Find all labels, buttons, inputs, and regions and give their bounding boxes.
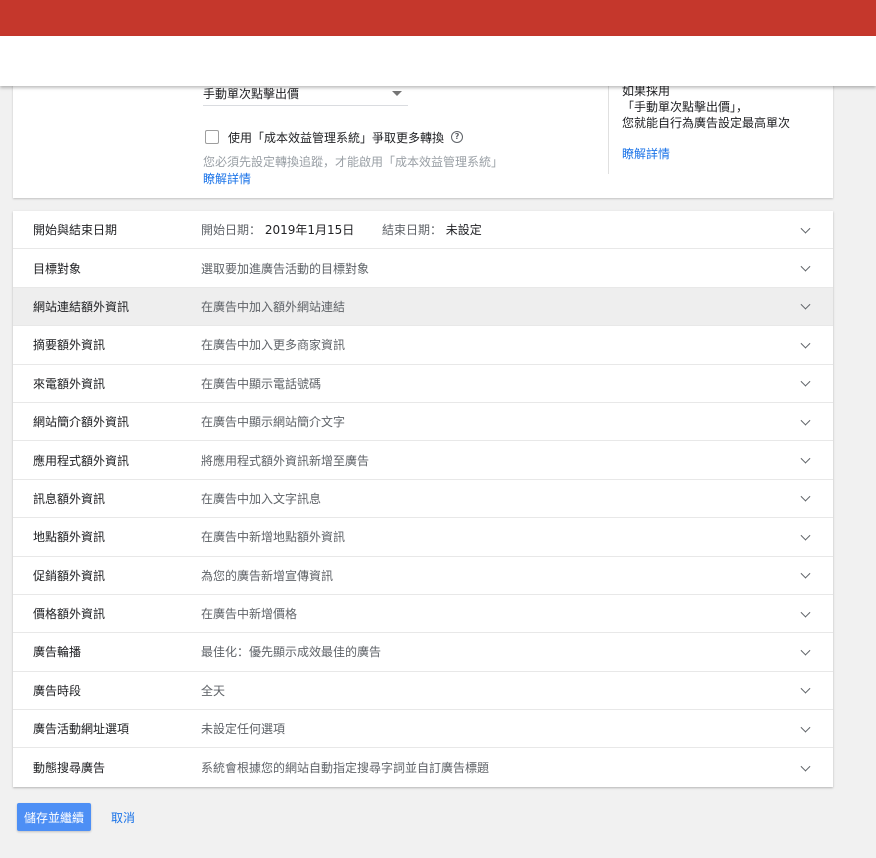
chevron-down-icon[interactable] — [800, 223, 811, 234]
enhanced-cpc-option: 使用「成本效益管理系統」爭取更多轉換 ? — [205, 128, 464, 146]
chevron-down-icon[interactable] — [800, 761, 811, 772]
help-text-line: 「手動單次點擊出價」， — [622, 100, 749, 114]
bidding-card: 手動單次點擊出價 使用「成本效益管理系統」爭取更多轉換 ? 您必須先設定轉換追蹤… — [13, 82, 833, 198]
row-value: 為您的廣告新增宣傳資訊 — [201, 568, 334, 583]
row-value: 在廣告中顯示網站簡介文字 — [201, 415, 346, 430]
settings-row-ad-schedule[interactable]: 廣告時段 全天 — [13, 672, 833, 711]
settings-row-dates[interactable]: 開始與結束日期 開始日期： 2019年1月15日 結束日期： 未設定 — [13, 211, 833, 250]
row-label: 促銷額外資訊 — [33, 568, 106, 583]
bid-strategy-value: 手動單次點擊出價 — [203, 87, 300, 101]
settings-row-messages[interactable]: 訊息額外資訊 在廣告中加入文字訊息 — [13, 480, 833, 519]
help-text-line: 您就能自行為廣告設定最高單次 — [622, 116, 791, 130]
row-value: 在廣告中加入額外網站連結 — [201, 299, 346, 314]
settings-row-callouts[interactable]: 摘要額外資訊 在廣告中加入更多商家資訊 — [13, 326, 833, 365]
row-label: 訊息額外資訊 — [33, 491, 106, 506]
row-value: 在廣告中加入文字訊息 — [201, 491, 322, 506]
row-value: 在廣告中新增價格 — [201, 607, 298, 622]
enhanced-cpc-label: 使用「成本效益管理系統」爭取更多轉換 — [228, 130, 445, 145]
chevron-down-icon[interactable] — [800, 376, 811, 387]
chevron-down-icon[interactable] — [800, 453, 811, 464]
row-label: 網站連結額外資訊 — [33, 299, 130, 314]
settings-row-apps[interactable]: 應用程式額外資訊 將應用程式額外資訊新增至廣告 — [13, 441, 833, 480]
row-value: 在廣告中顯示電話號碼 — [201, 376, 322, 391]
row-value: 系統會根據您的網站自動指定搜尋字詞並自訂廣告標題 — [201, 761, 490, 776]
enhanced-cpc-checkbox[interactable] — [205, 130, 219, 144]
row-value: 在廣告中新增地點額外資訊 — [201, 530, 346, 545]
additional-settings-card: 開始與結束日期 開始日期： 2019年1月15日 結束日期： 未設定 目標對象 … — [13, 211, 833, 787]
row-label: 廣告時段 — [33, 683, 82, 698]
end-date-label: 結束日期： — [381, 223, 442, 238]
row-label: 動態搜尋廣告 — [33, 761, 106, 776]
chevron-down-icon[interactable] — [800, 645, 811, 656]
help-circle-icon[interactable]: ? — [451, 131, 464, 143]
chevron-down-icon[interactable] — [800, 607, 811, 618]
row-value: 最佳化：優先顯示成效最佳的廣告 — [201, 645, 382, 660]
start-date-value: 2019年1月15日 — [264, 223, 355, 238]
row-label: 來電額外資訊 — [33, 376, 106, 391]
settings-row-prices[interactable]: 價格額外資訊 在廣告中新增價格 — [13, 595, 833, 634]
start-date-label: 開始日期： — [201, 223, 262, 238]
row-value: 未設定任何選項 — [201, 722, 286, 737]
save-continue-button[interactable]: 儲存並繼續 — [17, 803, 91, 831]
row-label: 目標對象 — [33, 261, 82, 276]
settings-row-calls[interactable]: 來電額外資訊 在廣告中顯示電話號碼 — [13, 365, 833, 403]
row-value: 開始日期： 2019年1月15日 結束日期： 未設定 — [201, 221, 482, 238]
settings-row-ad-rotation[interactable]: 廣告輪播 最佳化：優先顯示成效最佳的廣告 — [13, 633, 833, 672]
end-date-value: 未設定 — [445, 223, 482, 238]
conversion-tracking-hint: 您必須先設定轉換追蹤，才能啟用「成本效益管理系統」 — [203, 155, 504, 169]
chevron-down-icon[interactable] — [800, 300, 811, 311]
toolbar — [0, 36, 876, 86]
header-bar — [0, 0, 876, 36]
row-label: 應用程式額外資訊 — [33, 453, 130, 468]
settings-row-sitelinks[interactable]: 網站連結額外資訊 在廣告中加入額外網站連結 — [13, 287, 833, 327]
chevron-down-icon[interactable] — [800, 338, 811, 349]
settings-row-dynamic-search-ads[interactable]: 動態搜尋廣告 系統會根據您的網站自動指定搜尋字詞並自訂廣告標題 — [13, 748, 833, 786]
row-value: 全天 — [201, 683, 226, 698]
row-label: 廣告活動網址選項 — [33, 722, 130, 737]
chevron-down-icon[interactable] — [800, 530, 811, 541]
row-label: 地點額外資訊 — [33, 530, 106, 545]
chevron-down-icon[interactable] — [800, 684, 811, 694]
divider — [608, 82, 609, 174]
bid-strategy-help-text: 如果採用 「手動單次點擊出價」， 您就能自行為廣告設定最高單次 — [622, 83, 797, 131]
settings-row-audiences[interactable]: 目標對象 選取要加進廣告活動的目標對象 — [13, 249, 833, 288]
chevron-down-icon[interactable] — [800, 568, 811, 579]
settings-row-structured-snippets[interactable]: 網站簡介額外資訊 在廣告中顯示網站簡介文字 — [13, 403, 833, 442]
settings-row-locations[interactable]: 地點額外資訊 在廣告中新增地點額外資訊 — [13, 518, 833, 557]
row-value: 在廣告中加入更多商家資訊 — [201, 338, 346, 353]
chevron-down-icon[interactable] — [800, 261, 811, 272]
settings-row-url-options[interactable]: 廣告活動網址選項 未設定任何選項 — [13, 710, 833, 749]
row-label: 廣告輪播 — [33, 645, 82, 660]
learn-more-link[interactable]: 瞭解詳情 — [203, 170, 251, 187]
dropdown-arrow-icon — [392, 91, 402, 96]
side-learn-more-link[interactable]: 瞭解詳情 — [622, 145, 670, 162]
row-label: 摘要額外資訊 — [33, 338, 106, 353]
chevron-down-icon[interactable] — [800, 722, 811, 733]
row-label: 價格額外資訊 — [33, 607, 106, 622]
chevron-down-icon[interactable] — [800, 415, 811, 426]
row-value: 將應用程式額外資訊新增至廣告 — [201, 453, 370, 468]
row-label: 開始與結束日期 — [33, 223, 118, 238]
cancel-button[interactable]: 取消 — [105, 803, 141, 831]
row-label: 網站簡介額外資訊 — [33, 415, 130, 430]
row-value: 選取要加進廣告活動的目標對象 — [201, 261, 370, 276]
settings-row-promotions[interactable]: 促銷額外資訊 為您的廣告新增宣傳資訊 — [13, 557, 833, 595]
chevron-down-icon[interactable] — [800, 492, 811, 502]
